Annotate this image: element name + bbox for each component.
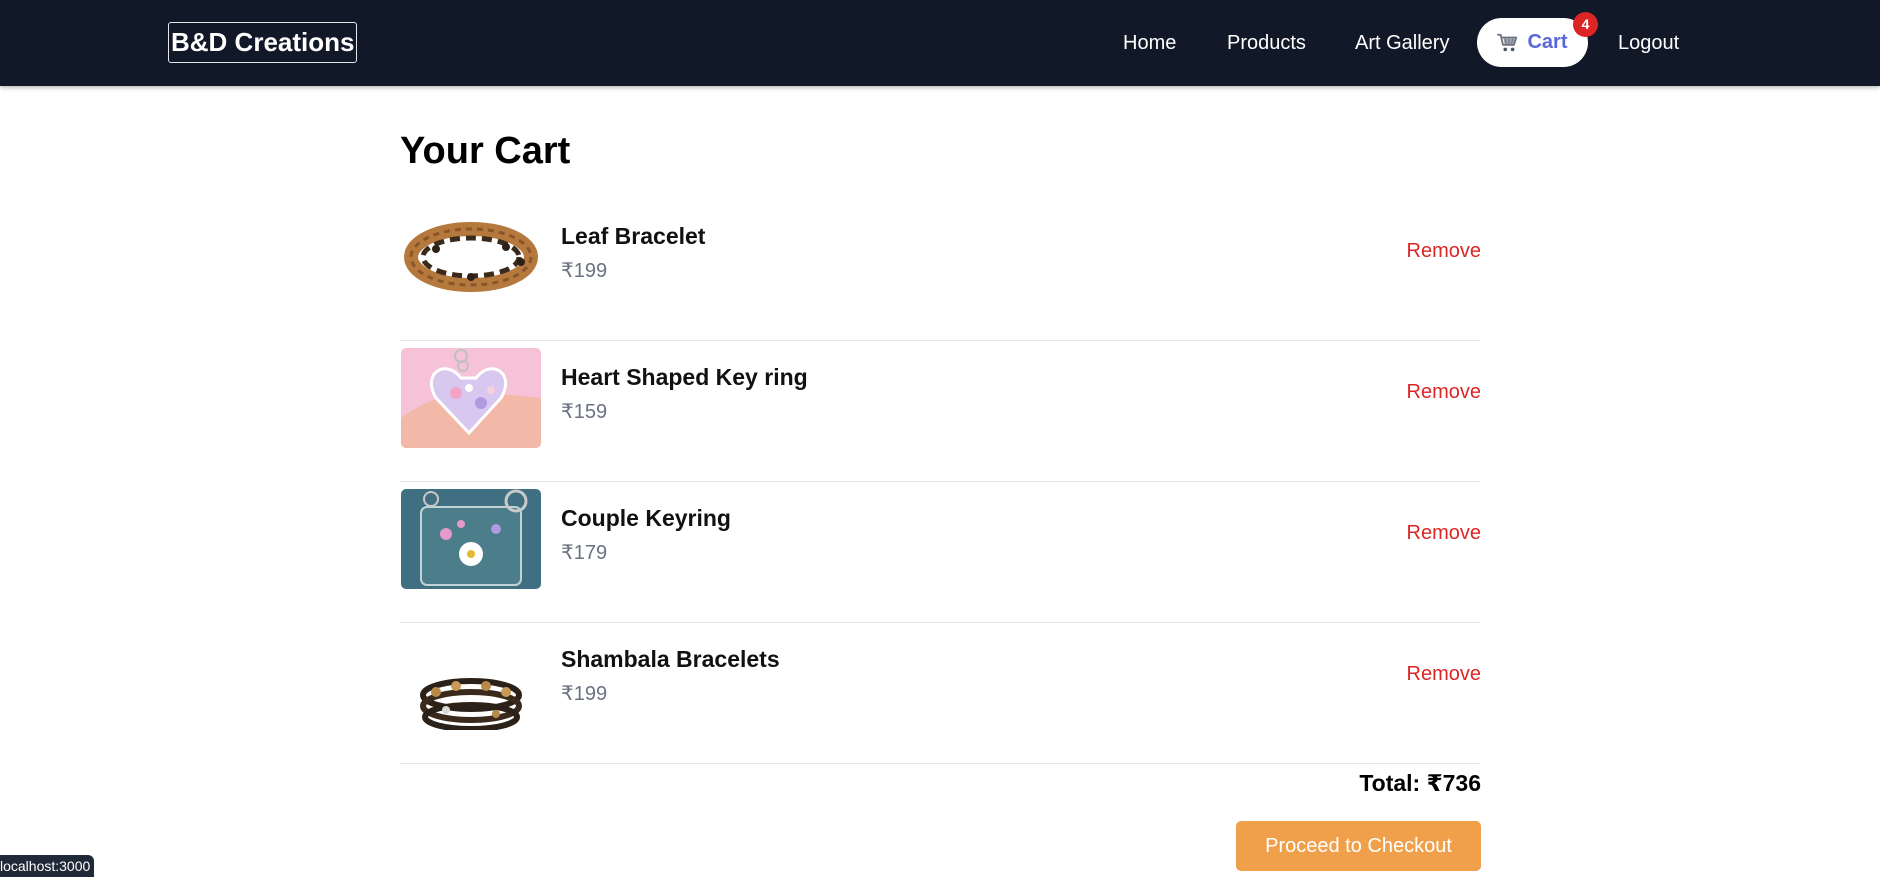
remove-button[interactable]: Remove [1407,663,1481,686]
page-title: Your Cart [400,130,571,172]
item-price: ₹199 [561,260,608,282]
item-price: ₹199 [561,683,608,705]
couple-keyring-image [401,489,541,589]
nav-logout-link[interactable]: Logout [1618,0,1679,86]
top-navbar: B&D Creations Home Products Art Gallery … [0,0,1880,86]
shambala-bracelets-image [401,630,541,730]
leaf-bracelet-image [401,207,541,307]
nav-cart-button[interactable]: Cart [1477,18,1588,67]
cart-total: Total: ₹736 [1359,770,1481,796]
cart-label: Cart [1527,31,1568,53]
heart-keyring-image [401,348,541,448]
item-price: ₹159 [561,401,608,423]
remove-button[interactable]: Remove [1407,240,1481,263]
nav-products-link[interactable]: Products [1227,0,1306,86]
remove-button[interactable]: Remove [1407,522,1481,545]
item-name: Heart Shaped Key ring [561,364,808,390]
item-name: Shambala Bracelets [561,646,780,672]
status-bar-url: localhost:3000 [0,855,95,877]
nav-art-gallery-link[interactable]: Art Gallery [1355,0,1449,86]
nav-home-link[interactable]: Home [1123,0,1176,86]
cart-item: Leaf Bracelet ₹199 Remove [400,200,1481,341]
cart-item: Couple Keyring ₹179 Remove [400,482,1481,623]
cart-icon [1497,32,1519,54]
cart-item: Heart Shaped Key ring ₹159 Remove [400,341,1481,482]
cart-count-badge: 4 [1573,12,1598,37]
brand-logo[interactable]: B&D Creations [168,22,358,63]
item-name: Couple Keyring [561,505,731,531]
cart-item: Shambala Bracelets ₹199 Remove [400,623,1481,764]
proceed-to-checkout-button[interactable]: Proceed to Checkout [1236,821,1481,871]
remove-button[interactable]: Remove [1407,381,1481,404]
item-name: Leaf Bracelet [561,223,706,249]
cart-item-list: Leaf Bracelet ₹199 Remove Heart Shaped K… [400,200,1481,764]
item-price: ₹179 [561,542,608,564]
